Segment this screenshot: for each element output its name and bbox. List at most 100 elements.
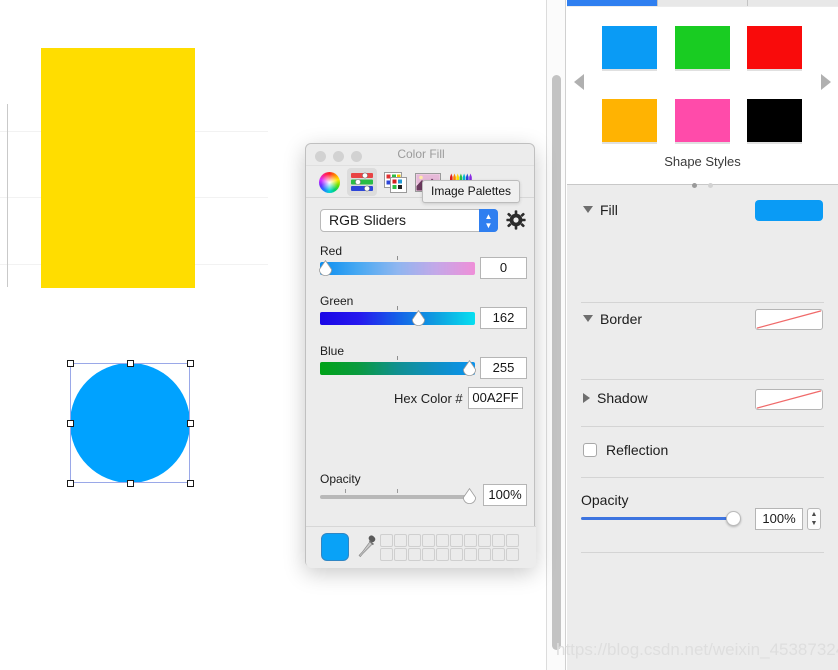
arrow-right-icon[interactable] [821,74,831,90]
saved-swatch[interactable] [464,534,477,547]
resize-handle-top-right[interactable] [187,360,194,367]
tab-style[interactable] [567,0,658,6]
divider [581,477,824,478]
red-slider[interactable] [318,256,475,277]
none-slash-icon [756,390,822,409]
page-dot-2[interactable] [707,183,713,188]
slider-tick [397,256,398,260]
saved-swatch[interactable] [394,548,407,561]
blue-value-field[interactable]: 255 [480,357,527,379]
gear-icon[interactable] [506,210,526,230]
shadow-header[interactable]: Shadow [583,389,648,407]
saved-swatch[interactable] [506,548,519,561]
shadow-preview-none[interactable] [755,389,823,410]
blue-slider[interactable] [320,356,477,377]
reflection-label: Reflection [606,442,669,458]
page-dot-1[interactable] [692,183,698,188]
eyedropper-icon[interactable] [357,535,377,559]
dialog-opacity-knob[interactable] [462,488,477,505]
vertical-scrollbar[interactable] [546,0,566,670]
saved-swatch[interactable] [478,548,491,561]
opacity-slider-knob[interactable] [726,511,741,526]
resize-handle-bottom-left[interactable] [67,480,74,487]
blue-slider-knob[interactable] [462,360,477,377]
saved-swatch[interactable] [464,548,477,561]
opacity-stepper[interactable]: ▲ ▼ [807,508,821,530]
disclosure-triangle-open-icon[interactable] [583,315,593,323]
resize-handle-middle-right[interactable] [187,420,194,427]
saved-swatch[interactable] [380,534,393,547]
arrow-left-icon[interactable] [574,74,584,90]
border-preview-none[interactable] [755,309,823,330]
saved-swatch[interactable] [380,548,393,561]
dialog-titlebar[interactable]: Color Fill [306,144,534,166]
disclosure-triangle-closed-icon[interactable] [583,392,590,403]
saved-swatch[interactable] [492,548,505,561]
shape-style-swatch[interactable] [675,26,730,71]
green-value-field[interactable]: 162 [480,307,527,329]
color-sliders-tab[interactable] [347,168,377,196]
resize-handle-bottom-center[interactable] [127,480,134,487]
current-color-swatch[interactable] [321,533,349,561]
saved-swatch[interactable] [436,534,449,547]
saved-swatch[interactable] [436,548,449,561]
saved-swatch[interactable] [492,534,505,547]
carousel-page-dots[interactable] [567,175,838,193]
blue-label: Blue [320,344,345,358]
shape-style-swatch[interactable] [747,99,802,144]
hex-color-field[interactable]: 00A2FF [468,387,523,409]
saved-swatch[interactable] [408,548,421,561]
tab-text[interactable] [658,0,748,6]
saved-swatch[interactable] [450,534,463,547]
saved-swatch[interactable] [422,534,435,547]
red-label: Red [320,244,343,258]
divider [581,552,824,553]
green-slider[interactable] [320,306,475,327]
fill-preview-swatch[interactable] [755,200,823,221]
slider-tick [397,489,398,493]
fill-header[interactable]: Fill [583,201,618,219]
red-value-field[interactable]: 0 [480,257,527,279]
saved-swatches-grid[interactable] [380,534,519,561]
color-fill-dialog[interactable]: Color Fill Image Palettes RGB Sliders ▲ … [305,143,536,568]
opacity-value-field[interactable]: 100% [755,508,803,530]
resize-handle-middle-left[interactable] [67,420,74,427]
color-mode-select[interactable]: RGB Sliders ▲ ▼ [320,209,498,232]
canvas-guide-vertical [7,104,8,287]
color-wheel-tab[interactable] [314,168,344,196]
saved-swatch[interactable] [408,534,421,547]
saved-swatch[interactable] [394,534,407,547]
saved-swatch[interactable] [478,534,491,547]
shape-style-swatch[interactable] [675,99,730,144]
color-wheel-icon [318,171,340,193]
disclosure-triangle-open-icon[interactable] [583,206,593,214]
red-slider-knob[interactable] [318,260,333,277]
shape-styles-title: Shape Styles [664,154,741,169]
shape-style-swatch[interactable] [602,26,657,71]
resize-handle-top-center[interactable] [127,360,134,367]
tab-arrange[interactable] [748,0,838,6]
divider [581,302,824,303]
none-slash-icon [756,310,822,329]
shape-style-swatch[interactable] [602,99,657,144]
resize-handle-bottom-right[interactable] [187,480,194,487]
chevron-updown-icon[interactable]: ▲ ▼ [479,209,498,232]
dialog-opacity-field[interactable]: 100% [483,484,527,506]
resize-handle-top-left[interactable] [67,360,74,367]
shape-yellow-rectangle[interactable] [41,48,195,288]
saved-swatch[interactable] [450,548,463,561]
color-palettes-tab[interactable] [380,168,410,196]
saved-swatch[interactable] [422,548,435,561]
dialog-opacity-slider[interactable] [320,488,477,504]
border-header[interactable]: Border [583,310,642,328]
sidebar-tabbar[interactable] [567,0,838,6]
dialog-opacity-label: Opacity [320,472,361,486]
reflection-checkbox[interactable] [583,443,597,457]
color-palettes-icon [383,171,407,193]
saved-swatch[interactable] [506,534,519,547]
opacity-slider[interactable] [581,517,735,520]
scrollbar-thumb[interactable] [552,75,561,650]
shape-style-swatch[interactable] [747,26,802,71]
slider-tick [397,306,398,310]
green-slider-knob[interactable] [411,310,426,327]
